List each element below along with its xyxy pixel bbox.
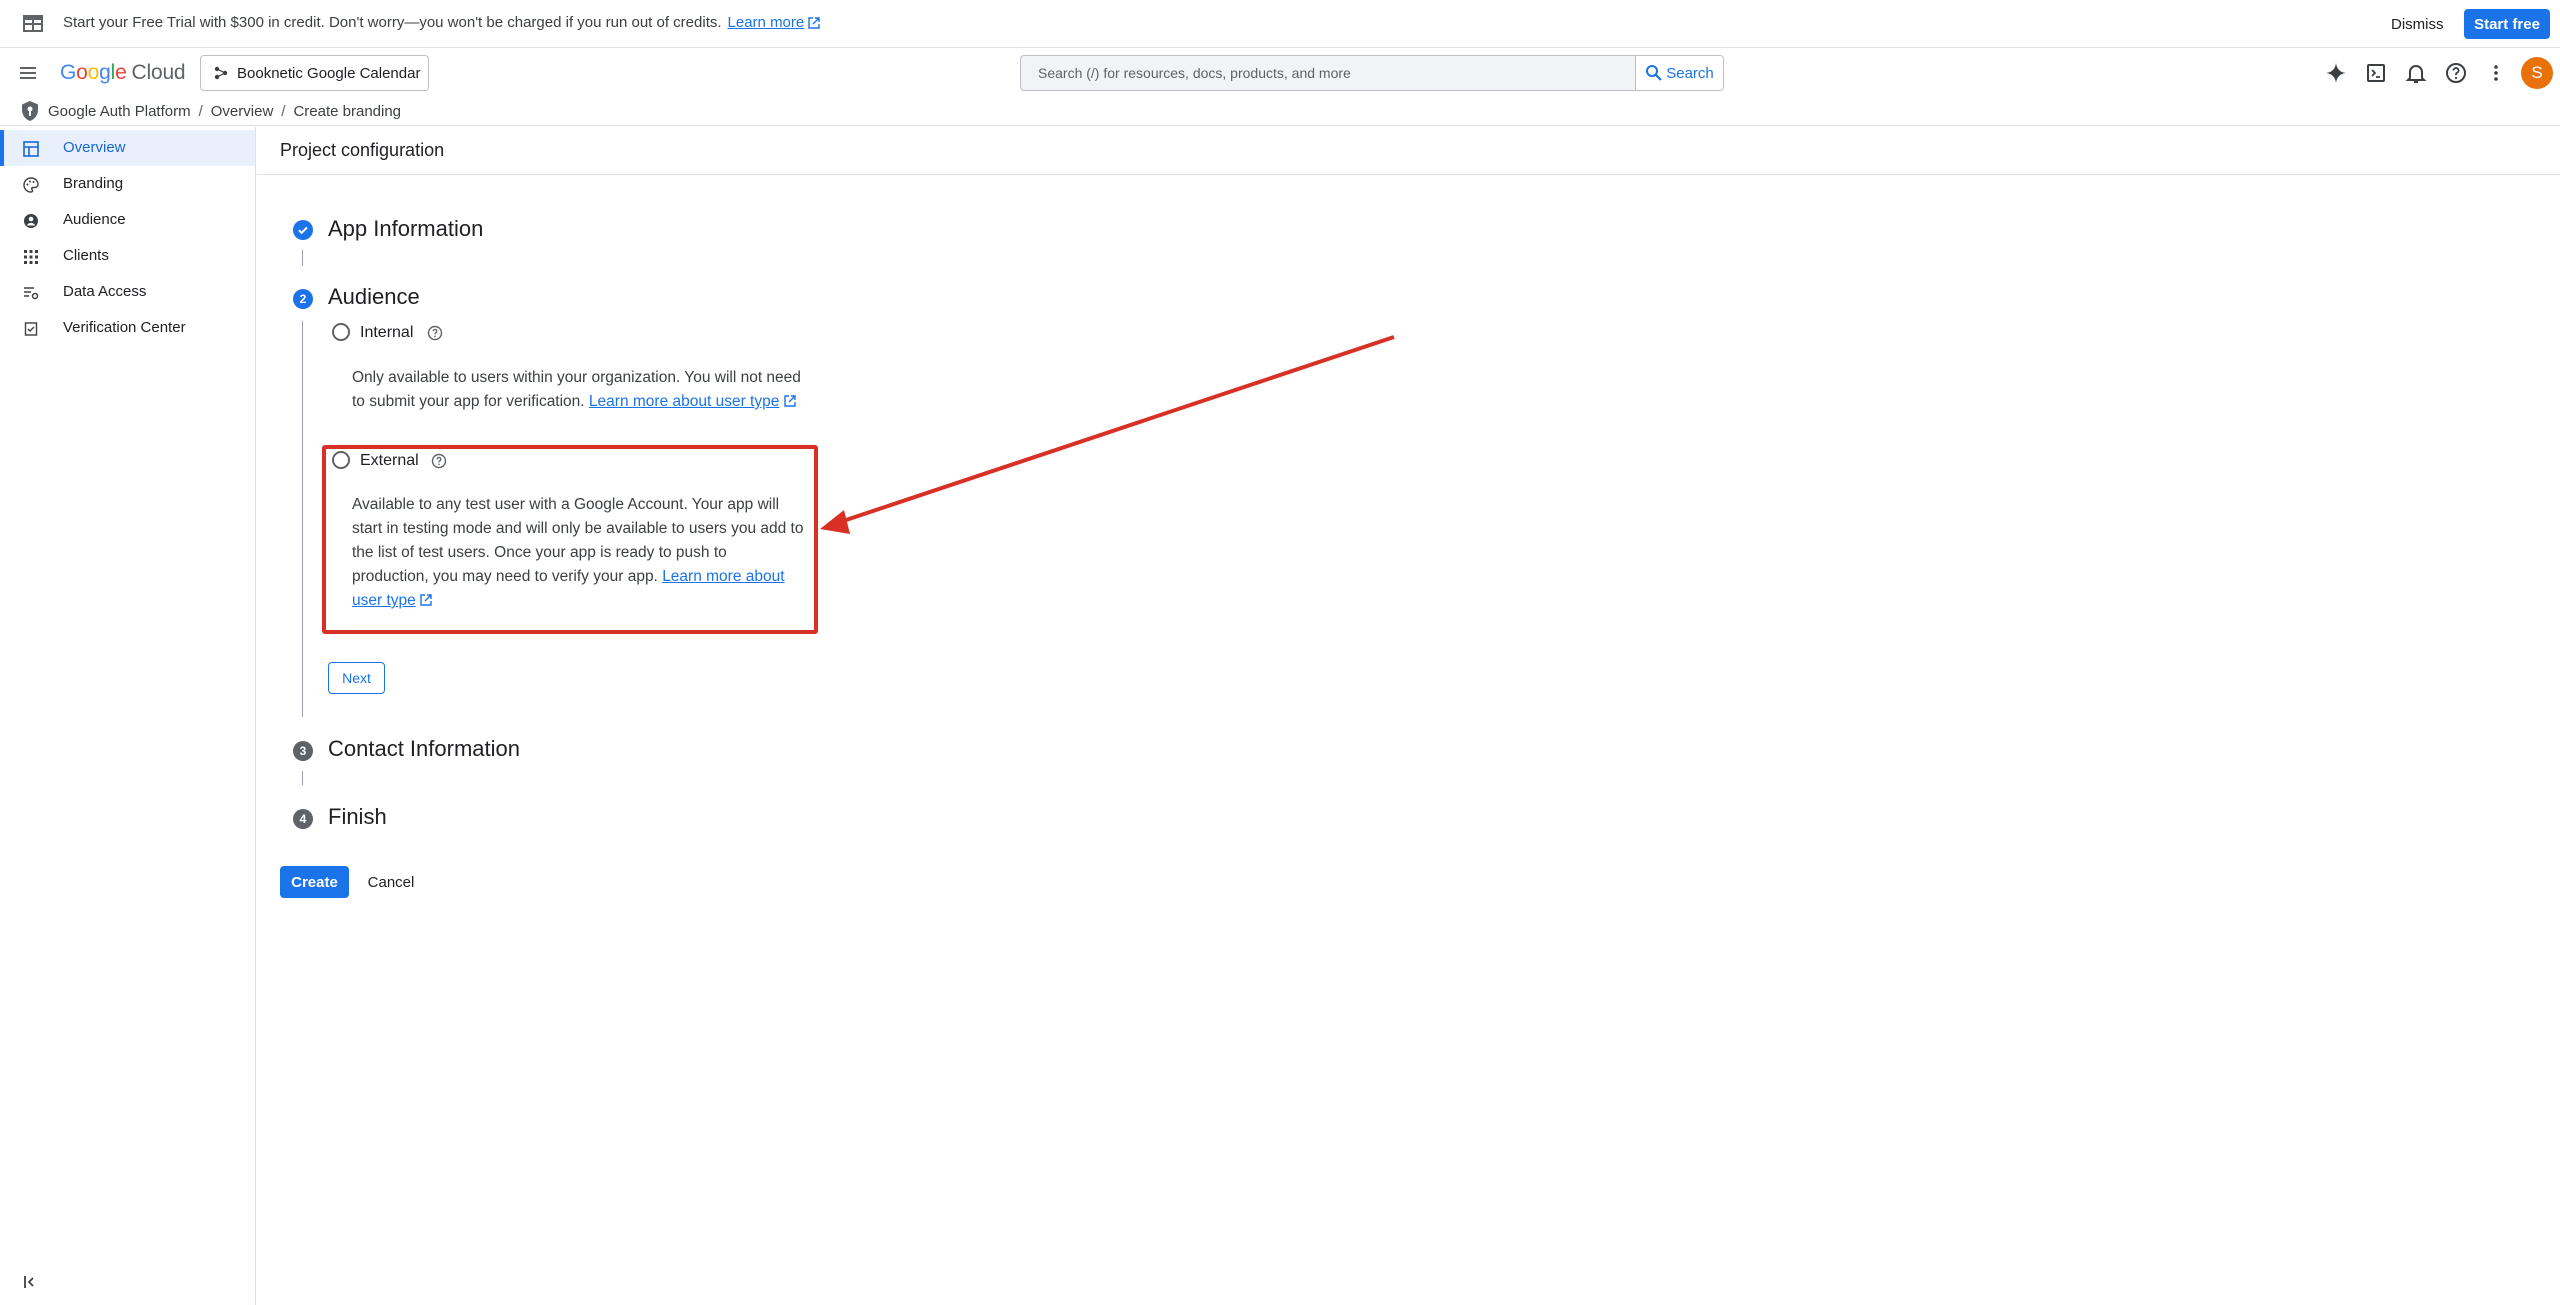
sidebar-item-verification-center[interactable]: Verification Center xyxy=(0,310,255,346)
sidebar-item-branding[interactable]: Branding xyxy=(0,166,255,202)
project-name: Booknetic Google Calendar xyxy=(237,64,421,82)
step-3-number-icon: 3 xyxy=(293,741,313,761)
internal-help-icon[interactable] xyxy=(427,325,443,341)
help-icon[interactable] xyxy=(2444,61,2468,85)
notifications-bell-icon[interactable] xyxy=(2404,61,2428,85)
sidebar-item-data-access[interactable]: Data Access xyxy=(0,274,255,310)
dismiss-button[interactable]: Dismiss xyxy=(2381,11,2454,37)
external-link-icon xyxy=(808,16,820,29)
banner-message: Start your Free Trial with $300 in credi… xyxy=(63,14,820,31)
breadcrumb-separator: / xyxy=(198,103,203,120)
account-avatar[interactable]: S xyxy=(2521,57,2553,89)
cancel-button[interactable]: Cancel xyxy=(358,866,424,898)
top-header: Google Cloud Booknetic Google Calendar Se… xyxy=(0,48,2560,98)
sidebar-item-clients[interactable]: Clients xyxy=(0,238,255,274)
person-icon xyxy=(23,213,39,229)
step-finish[interactable]: Finish xyxy=(328,804,387,830)
sidebar-item-overview[interactable]: Overview xyxy=(0,130,255,166)
breadcrumb-bar: Google Auth Platform / Overview / Create… xyxy=(0,98,2560,126)
breadcrumb-auth-platform[interactable]: Google Auth Platform xyxy=(48,103,191,120)
internal-radio[interactable] xyxy=(332,323,350,341)
step-connector xyxy=(302,771,303,785)
step-1-check-icon xyxy=(293,220,313,240)
banner-text: Start your Free Trial with $300 in credi… xyxy=(63,14,722,31)
sidebar-item-label: Branding xyxy=(63,175,124,192)
search-button[interactable]: Search xyxy=(1635,56,1723,90)
verification-icon xyxy=(23,321,39,337)
data-access-icon xyxy=(23,285,39,301)
create-button[interactable]: Create xyxy=(280,866,349,898)
step-connector xyxy=(302,321,303,717)
search-icon xyxy=(1645,64,1663,82)
banner-learn-more-link[interactable]: Learn more xyxy=(728,14,805,31)
cloud-shell-terminal-icon[interactable] xyxy=(2364,61,2388,85)
step-app-information[interactable]: App Information xyxy=(328,216,483,242)
menu-icon[interactable] xyxy=(16,61,40,85)
sidebar-item-label: Verification Center xyxy=(63,319,186,336)
step-contact-information[interactable]: Contact Information xyxy=(328,736,520,762)
google-cloud-logo[interactable]: Google Cloud xyxy=(60,61,186,85)
internal-learn-more-link[interactable]: Learn more about user type xyxy=(589,393,779,410)
title-divider xyxy=(257,174,2560,175)
sidebar-item-label: Data Access xyxy=(63,283,147,300)
sidebar-item-label: Overview xyxy=(63,139,126,156)
collapse-sidebar-icon[interactable] xyxy=(22,1273,40,1291)
internal-label: Internal xyxy=(360,324,414,341)
shield-icon xyxy=(20,100,40,122)
step-4-number-icon: 4 xyxy=(293,809,313,829)
step-audience[interactable]: Audience xyxy=(328,284,420,310)
internal-description: Only available to users within your orga… xyxy=(352,369,801,410)
breadcrumb-current: Create branding xyxy=(293,103,402,120)
step-2-number-icon: 2 xyxy=(293,289,313,309)
sidebar: Overview Branding Audience Clients Data … xyxy=(0,127,256,1305)
breadcrumb-separator: / xyxy=(281,103,286,120)
breadcrumb: Google Auth Platform / Overview / Create… xyxy=(48,103,401,120)
gemini-sparkle-icon[interactable] xyxy=(2324,61,2348,85)
search-input[interactable] xyxy=(1021,56,1635,90)
next-button[interactable]: Next xyxy=(328,662,385,694)
dashboard-icon xyxy=(23,141,39,157)
sidebar-item-label: Audience xyxy=(63,211,126,228)
search-button-label: Search xyxy=(1666,64,1714,82)
breadcrumb-overview[interactable]: Overview xyxy=(211,103,274,120)
palette-icon xyxy=(23,177,39,193)
sidebar-item-label: Clients xyxy=(63,247,109,264)
project-icon xyxy=(214,66,228,80)
page-title: Project configuration xyxy=(280,140,445,160)
more-vert-icon[interactable] xyxy=(2484,61,2508,85)
external-link-icon xyxy=(783,395,796,407)
annotation-highlight-box xyxy=(322,445,818,634)
gift-icon xyxy=(22,12,44,34)
apps-grid-icon xyxy=(23,249,39,265)
step-connector xyxy=(302,250,303,266)
start-free-button[interactable]: Start free xyxy=(2464,9,2550,39)
search-bar: Search xyxy=(1020,55,1724,91)
free-trial-banner: Start your Free Trial with $300 in credi… xyxy=(0,0,2560,48)
project-picker-button[interactable]: Booknetic Google Calendar xyxy=(200,55,429,91)
annotation-arrow xyxy=(820,335,1395,534)
sidebar-item-audience[interactable]: Audience xyxy=(0,202,255,238)
